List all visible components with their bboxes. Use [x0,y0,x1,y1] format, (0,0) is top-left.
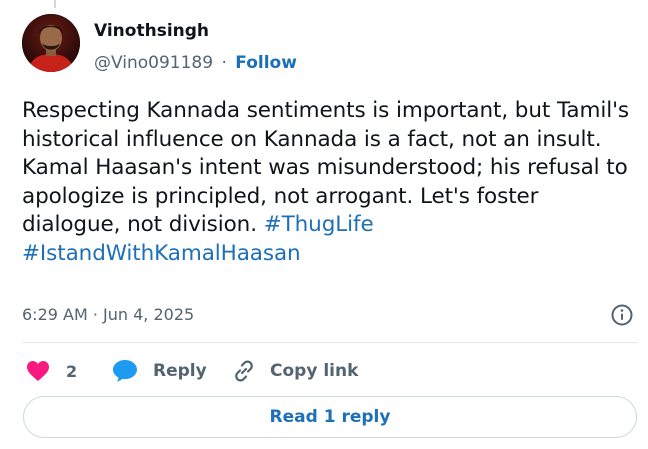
hashtag-link[interactable]: #IstandWithKamalHaasan [22,241,301,266]
like-count: 2 [66,361,78,381]
tweet-timestamp[interactable]: 6:29 AM · Jun 4, 2025 [22,305,194,324]
follow-button[interactable]: Follow [235,53,297,73]
author-handle[interactable]: @Vino091189 [94,53,213,73]
author-display-name[interactable]: Vinothsingh [94,21,209,41]
reply-label: Reply [153,361,207,381]
avatar[interactable] [22,14,80,72]
heart-icon [27,361,49,381]
separator-dot: · [221,53,227,73]
info-icon[interactable] [610,303,634,327]
reply-button[interactable]: Reply [112,355,207,387]
speech-bubble-icon [113,360,137,382]
author-handle-row: @Vino091189 · Follow [94,53,297,73]
copy-link-button[interactable]: Copy link [231,355,358,387]
link-icon [235,360,253,382]
action-bar: 2 Reply Copy link [22,355,622,387]
hashtag-link[interactable]: #ThugLife [264,212,374,237]
tweet-text: Respecting Kannada sentiments is importa… [22,97,642,268]
like-button[interactable]: 2 [26,355,77,387]
read-replies-button[interactable]: Read 1 reply [23,396,637,438]
divider [22,342,638,343]
thread-connector-line [54,0,56,8]
avatar-image [22,14,80,72]
copy-link-label: Copy link [270,361,359,381]
